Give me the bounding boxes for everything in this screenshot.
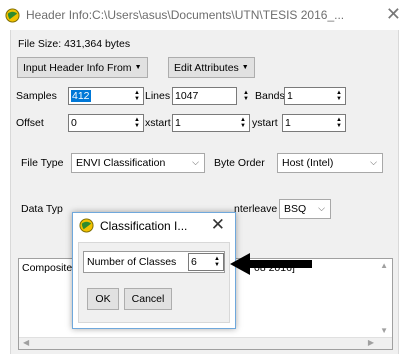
num-classes-value: 6 <box>191 256 197 268</box>
edit-attributes-button[interactable]: Edit Attributes ▼ <box>168 57 255 78</box>
chevron-down-icon: ⌵ <box>192 157 199 167</box>
ystart-field[interactable]: 1 ▲ ▼ <box>282 114 346 132</box>
bands-field[interactable]: 1 ▲ ▼ <box>284 87 346 105</box>
offset-value: 0 <box>71 117 77 129</box>
envi-globe-icon <box>5 8 20 23</box>
num-classes-field[interactable]: 6 ▲ ▼ <box>188 253 224 271</box>
annotation-arrow-icon <box>230 253 312 275</box>
xstart-value: 1 <box>175 117 181 129</box>
samples-field[interactable]: 412 ▲ ▼ <box>68 87 144 105</box>
offset-label: Offset <box>16 117 44 129</box>
lines-value: 1047 <box>175 90 199 102</box>
bands-label: Bands <box>255 90 285 102</box>
close-icon[interactable]: ✕ <box>211 215 225 235</box>
scroll-right-icon[interactable]: ▶ <box>368 338 374 347</box>
input-header-info-button[interactable]: Input Header Info From ▼ <box>17 57 148 78</box>
window-titlebar: Header Info:C:\Users\asus\Documents\UTN\… <box>0 0 409 30</box>
spinner-icon[interactable]: ▲ ▼ <box>240 88 252 104</box>
byte-order-label: Byte Order <box>214 157 265 169</box>
window-title: Header Info:C:\Users\asus\Documents\UTN\… <box>26 8 345 22</box>
classification-info-dialog: Classification I... ✕ Number of Classes … <box>72 212 236 329</box>
xstart-field[interactable]: 1 ▲ ▼ <box>172 114 250 132</box>
lines-label: Lines <box>145 90 171 102</box>
spinner-icon[interactable]: ▲ ▼ <box>131 115 143 131</box>
ok-button[interactable]: OK <box>87 288 119 310</box>
envi-globe-icon <box>79 218 94 233</box>
offset-field[interactable]: 0 ▲ ▼ <box>68 114 144 132</box>
chevron-down-icon: ⌵ <box>318 203 325 213</box>
num-classes-row: Number of Classes 6 ▲ ▼ <box>83 251 225 273</box>
cancel-button[interactable]: Cancel <box>124 288 172 310</box>
num-classes-label: Number of Classes <box>87 256 177 268</box>
interleave-value: BSQ <box>284 203 307 215</box>
lines-field[interactable]: 1047 <box>172 87 237 105</box>
ystart-label: ystart <box>252 117 278 129</box>
file-size-label: File Size: 431,364 bytes <box>18 38 131 50</box>
close-icon[interactable]: ✕ <box>386 4 401 24</box>
ok-label: OK <box>95 293 111 305</box>
byte-order-value: Host (Intel) <box>282 157 334 169</box>
dropdown-caret-icon: ▼ <box>241 64 249 71</box>
dropdown-caret-icon: ▼ <box>134 64 142 71</box>
chevron-down-icon: ⌵ <box>370 157 377 167</box>
dialog-body: Number of Classes 6 ▲ ▼ OK Cancel <box>78 242 230 323</box>
description-text: Composite <box>22 262 73 274</box>
ystart-value: 1 <box>285 117 291 129</box>
cancel-label: Cancel <box>131 293 165 305</box>
file-type-select[interactable]: ENVI Classification ⌵ <box>71 153 205 173</box>
scroll-down-icon[interactable]: ▼ <box>380 326 388 335</box>
file-type-value: ENVI Classification <box>76 157 166 169</box>
data-type-label: Data Typ <box>21 203 63 215</box>
byte-order-select[interactable]: Host (Intel) ⌵ <box>277 153 383 173</box>
dialog-title: Classification I... <box>100 219 188 233</box>
interleave-label: nterleave <box>234 203 278 215</box>
file-type-label: File Type <box>21 157 64 169</box>
interleave-select[interactable]: BSQ ⌵ <box>279 199 331 219</box>
spinner-icon[interactable]: ▲ ▼ <box>131 88 143 104</box>
spinner-icon[interactable]: ▲ ▼ <box>211 254 223 270</box>
spinner-icon[interactable]: ▲ ▼ <box>333 115 345 131</box>
samples-value: 412 <box>71 90 91 102</box>
bands-value: 1 <box>287 90 293 102</box>
input-header-info-label: Input Header Info From <box>23 61 132 74</box>
spinner-icon[interactable]: ▲ ▼ <box>333 88 345 104</box>
edit-attributes-label: Edit Attributes <box>174 61 239 74</box>
spinner-icon[interactable]: ▲ ▼ <box>237 115 249 131</box>
horizontal-scrollbar[interactable]: ◀ ▶ <box>19 337 392 349</box>
scroll-left-icon[interactable]: ◀ <box>23 338 29 347</box>
scroll-up-icon[interactable]: ▲ <box>380 261 388 270</box>
xstart-label: xstart <box>145 117 171 129</box>
samples-label: Samples <box>16 90 57 102</box>
